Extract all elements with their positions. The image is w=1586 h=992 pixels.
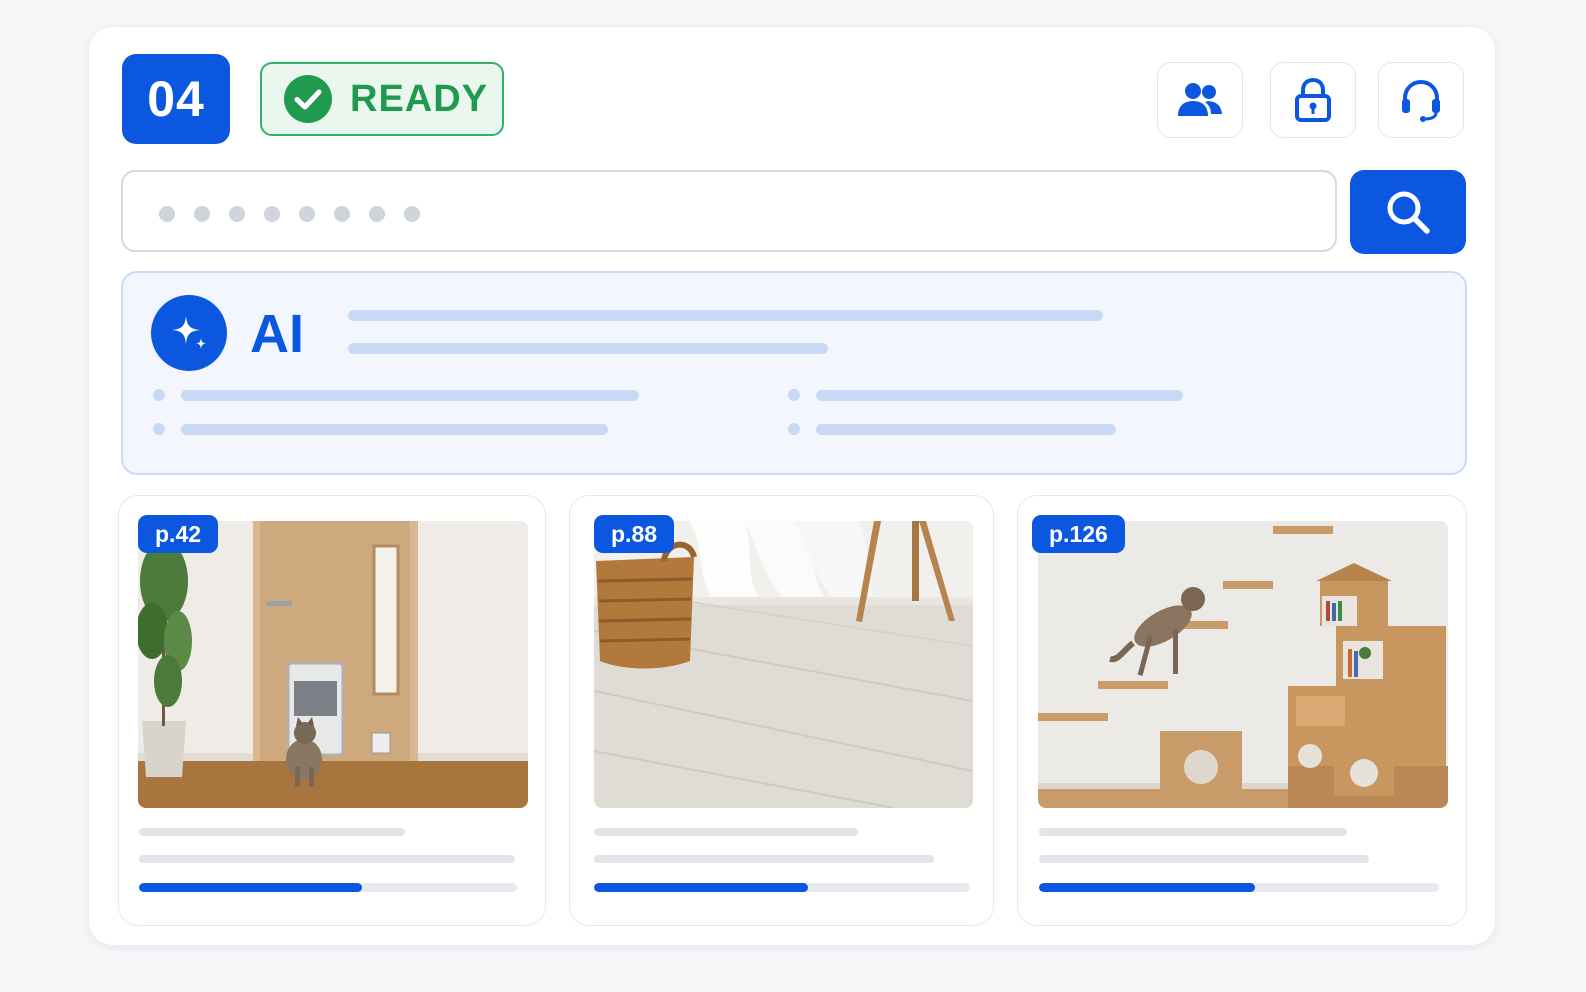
result-text-line <box>594 855 934 863</box>
summary-line <box>348 343 828 354</box>
ai-summary-panel: AI <box>121 271 1467 475</box>
result-progress-bar <box>1039 883 1439 892</box>
result-progress-bar <box>139 883 517 892</box>
result-text-line <box>139 855 515 863</box>
result-progress-bar <box>594 883 970 892</box>
progress-fill <box>1039 883 1255 892</box>
support-button[interactable] <box>1378 62 1464 138</box>
search-input[interactable] <box>121 170 1337 252</box>
page-badge: p.42 <box>138 515 219 553</box>
users-button[interactable] <box>1157 62 1243 138</box>
result-text-line <box>1039 828 1347 836</box>
step-number-badge: 04 <box>122 54 230 144</box>
sparkle-icon <box>172 316 206 349</box>
bullet-dot <box>153 423 165 435</box>
masked-query <box>159 206 420 222</box>
ai-logo <box>151 295 227 371</box>
headset-icon <box>1402 79 1440 122</box>
ai-title: AI <box>250 304 304 364</box>
result-image[interactable] <box>138 521 528 808</box>
result-card[interactable]: p.126 <box>1017 495 1467 926</box>
lock-button[interactable] <box>1270 62 1356 138</box>
result-card[interactable]: p.88 <box>569 495 994 926</box>
step-number: 04 <box>147 71 205 127</box>
lock-icon <box>1295 77 1331 122</box>
users-icon <box>1178 83 1222 116</box>
page-badge: p.126 <box>1032 515 1125 553</box>
bullet-line <box>181 424 608 435</box>
result-text-line <box>1039 855 1369 863</box>
result-text-line <box>594 828 858 836</box>
search-icon <box>1387 191 1430 234</box>
result-text-line <box>139 828 405 836</box>
progress-fill <box>594 883 809 892</box>
status-badge: READY <box>260 62 504 136</box>
summary-line <box>348 310 1103 321</box>
result-image[interactable] <box>594 521 973 808</box>
check-circle-icon <box>284 75 332 123</box>
search-button[interactable] <box>1350 170 1466 254</box>
bullet-dot <box>788 423 800 435</box>
status-label: READY <box>350 77 489 120</box>
progress-fill <box>139 883 363 892</box>
result-image[interactable] <box>1038 521 1448 808</box>
bullet-line <box>816 390 1183 401</box>
page-badge: p.88 <box>594 515 675 553</box>
bullet-dot <box>788 389 800 401</box>
bullet-dot <box>153 389 165 401</box>
bullet-line <box>181 390 639 401</box>
result-card[interactable]: p.42 <box>118 495 546 926</box>
bullet-line <box>816 424 1116 435</box>
